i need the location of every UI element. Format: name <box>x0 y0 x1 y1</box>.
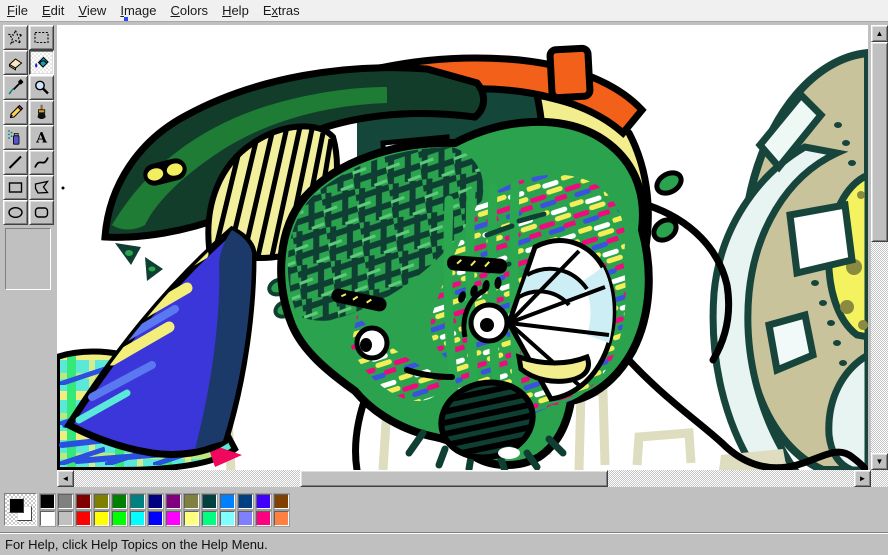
tool-free-form-select-button[interactable] <box>3 25 28 50</box>
color-palette <box>0 488 888 532</box>
color-swatch[interactable] <box>273 493 290 510</box>
color-swatch[interactable] <box>219 493 236 510</box>
stray-paint-pixel <box>124 17 128 21</box>
color-swatch[interactable] <box>57 493 74 510</box>
color-swatch[interactable] <box>147 510 164 527</box>
rounded-rectangle-icon <box>34 207 49 218</box>
menu-item-image[interactable]: Image <box>113 1 163 20</box>
vertical-scrollbar[interactable]: ▲ ▼ <box>871 25 888 470</box>
color-swatch[interactable] <box>255 510 272 527</box>
horizontal-scroll-thumb[interactable] <box>300 470 608 487</box>
paint-window: File Edit View Image Colors Help Extras A <box>0 0 888 555</box>
tool-color-picker-button[interactable] <box>3 75 28 100</box>
menu-item-view[interactable]: View <box>71 1 113 20</box>
brush-icon <box>37 104 46 119</box>
color-swatch[interactable] <box>111 493 128 510</box>
free-form-select-icon <box>7 29 24 45</box>
color-swatch[interactable] <box>183 493 200 510</box>
tool-ellipse-button[interactable] <box>3 200 28 225</box>
airbrush-icon <box>8 130 20 145</box>
scrollbar-corner <box>871 470 888 487</box>
tool-line-button[interactable] <box>3 150 28 175</box>
current-colors-indicator <box>4 493 37 526</box>
color-swatch[interactable] <box>129 493 146 510</box>
color-swatch[interactable] <box>273 510 290 527</box>
color-swatch[interactable] <box>39 510 56 527</box>
text-icon: A <box>35 131 48 147</box>
horizontal-scrollbar[interactable]: ◄ ► <box>57 470 871 487</box>
tool-polygon-button[interactable] <box>29 175 54 200</box>
color-swatch[interactable] <box>237 493 254 510</box>
ellipse-icon <box>8 206 23 219</box>
tool-airbrush-button[interactable] <box>3 125 28 150</box>
color-picker-icon <box>8 79 24 95</box>
tool-rectangle-button[interactable] <box>3 175 28 200</box>
fill-icon <box>35 56 49 68</box>
tool-curve-button[interactable] <box>29 150 54 175</box>
color-swatch[interactable] <box>201 493 218 510</box>
rectangle-icon <box>8 182 23 193</box>
color-swatch[interactable] <box>201 510 218 527</box>
menu-bar: File Edit View Image Colors Help Extras <box>0 0 888 22</box>
color-swatch[interactable] <box>165 510 182 527</box>
left-arrow-icon: ◄ <box>61 473 70 483</box>
eraser-icon <box>8 58 23 71</box>
tool-eraser-button[interactable] <box>3 50 28 75</box>
foreground-color <box>9 498 24 513</box>
menu-item-edit[interactable]: Edit <box>35 1 71 20</box>
color-swatch[interactable] <box>219 510 236 527</box>
color-swatch[interactable] <box>147 493 164 510</box>
palette-row-2 <box>39 510 292 527</box>
color-swatch[interactable] <box>237 510 254 527</box>
color-swatch[interactable] <box>57 510 74 527</box>
tool-brush-button[interactable] <box>29 100 54 125</box>
drawing <box>57 25 868 470</box>
vertical-scroll-thumb[interactable] <box>871 42 888 242</box>
color-swatch[interactable] <box>165 493 182 510</box>
scroll-up-button[interactable]: ▲ <box>871 25 888 42</box>
pencil-icon <box>9 104 24 119</box>
color-swatch[interactable] <box>129 510 146 527</box>
color-swatch[interactable] <box>183 510 200 527</box>
status-bar: For Help, click Help Topics on the Help … <box>0 532 888 555</box>
scroll-down-button[interactable]: ▼ <box>871 453 888 470</box>
right-arrow-icon: ► <box>858 473 867 483</box>
color-swatch[interactable] <box>75 493 92 510</box>
menu-item-file[interactable]: File <box>0 1 35 20</box>
scroll-left-button[interactable]: ◄ <box>57 470 74 487</box>
scroll-right-button[interactable]: ► <box>854 470 871 487</box>
palette-row-1 <box>39 493 292 510</box>
tool-rounded-rectangle-button[interactable] <box>29 200 54 225</box>
tool-text-button[interactable]: A <box>29 125 54 150</box>
svg-text:A: A <box>35 131 48 147</box>
menu-item-colors[interactable]: Colors <box>163 1 215 20</box>
select-icon <box>34 31 49 44</box>
status-text: For Help, click Help Topics on the Help … <box>5 536 268 552</box>
tool-options-box[interactable] <box>5 228 51 290</box>
color-swatch[interactable] <box>75 510 92 527</box>
color-swatch[interactable] <box>255 493 272 510</box>
curve-icon <box>34 157 49 168</box>
tool-fill-button[interactable] <box>29 50 54 75</box>
color-swatch[interactable] <box>111 510 128 527</box>
color-swatch[interactable] <box>93 510 110 527</box>
color-swatch[interactable] <box>39 493 56 510</box>
up-arrow-icon: ▲ <box>875 28 884 38</box>
polygon-icon <box>34 180 50 194</box>
magnifier-icon <box>35 80 49 95</box>
canvas-area: ▲ ▼ ◄ ► <box>57 22 888 488</box>
tool-select-button[interactable] <box>29 25 54 50</box>
tool-palette: A <box>0 22 57 488</box>
color-swatch[interactable] <box>93 493 110 510</box>
tool-pencil-button[interactable] <box>3 100 28 125</box>
menu-item-extras[interactable]: Extras <box>256 1 307 20</box>
menu-item-help[interactable]: Help <box>215 1 256 20</box>
tool-magnifier-button[interactable] <box>29 75 54 100</box>
down-arrow-icon: ▼ <box>875 456 884 466</box>
drawing-canvas[interactable] <box>57 25 868 470</box>
line-icon <box>8 155 22 169</box>
